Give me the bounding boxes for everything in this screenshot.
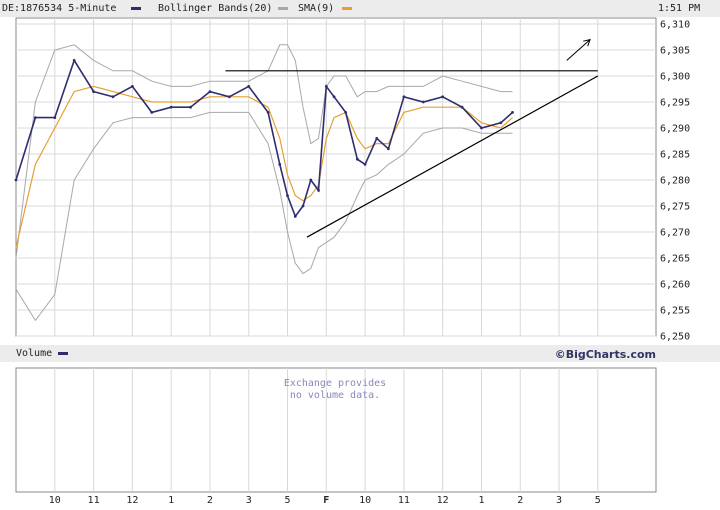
x-tick-label: 5 (595, 495, 601, 506)
x-tick-label: 2 (207, 495, 213, 506)
volume-chart: 10 11 12 1 2 3 5 F 10 11 12 1 2 3 5 (15, 367, 657, 506)
x-tick-label: 1 (168, 495, 174, 506)
x-tick-label: 3 (556, 495, 562, 506)
no-volume-message-line2: no volume data. (289, 390, 381, 401)
x-tick-label: 10 (359, 495, 371, 506)
x-tick-label: 2 (517, 495, 523, 506)
x-tick-label: 12 (126, 495, 138, 506)
no-volume-message-line1: Exchange provides (283, 378, 387, 389)
x-tick-label: 12 (437, 495, 449, 506)
x-tick-label: 5 (284, 495, 290, 506)
x-tick-label: F (323, 495, 329, 506)
x-tick-label: 1 (478, 495, 484, 506)
x-tick-label: 10 (49, 495, 61, 506)
x-tick-label: 11 (88, 495, 100, 506)
x-tick-label: 11 (398, 495, 410, 506)
x-tick-label: 3 (246, 495, 252, 506)
